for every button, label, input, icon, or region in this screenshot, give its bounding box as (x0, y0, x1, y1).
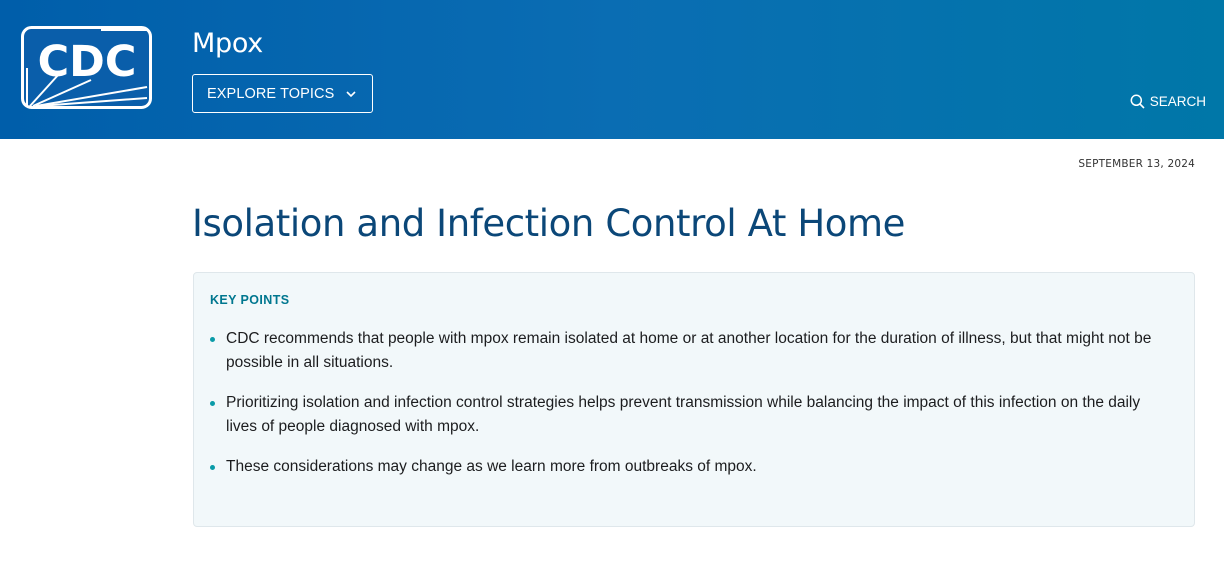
site-title[interactable]: Mpox (192, 28, 263, 59)
search-icon (1130, 94, 1145, 109)
svg-text:CDC: CDC (38, 37, 137, 87)
key-point-item: Prioritizing isolation and infection con… (210, 391, 1174, 439)
search-button[interactable]: SEARCH (1130, 93, 1206, 110)
search-label: SEARCH (1149, 94, 1206, 109)
cdc-logo[interactable]: CDC (21, 26, 152, 109)
explore-topics-button[interactable]: EXPLORE TOPICS (192, 74, 373, 113)
chevron-down-icon (346, 90, 356, 97)
site-header: CDC Mpox EXPLORE TOPICS SEARCH (0, 0, 1224, 139)
key-point-item: These considerations may change as we le… (210, 455, 1174, 479)
key-points-box: KEY POINTS CDC recommends that people wi… (193, 272, 1195, 527)
key-point-item: CDC recommends that people with mpox rem… (210, 327, 1174, 375)
key-points-list: CDC recommends that people with mpox rem… (210, 327, 1174, 495)
explore-topics-label: EXPLORE TOPICS (207, 85, 335, 102)
last-updated-date: SEPTEMBER 13, 2024 (1078, 158, 1195, 170)
key-points-heading: KEY POINTS (210, 293, 290, 307)
page-title: Isolation and Infection Control At Home (192, 202, 906, 245)
